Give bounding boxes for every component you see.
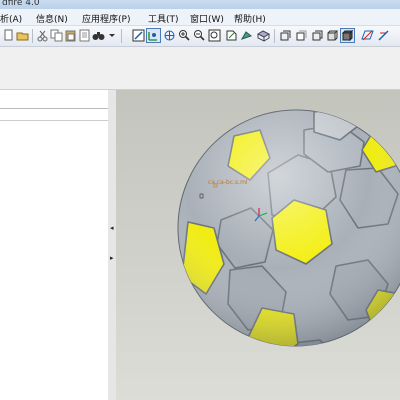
expand-right-icon[interactable]: ▸ — [110, 254, 114, 262]
menu-info[interactable]: 信息(N) — [36, 12, 68, 25]
paste-icon[interactable] — [64, 29, 77, 42]
secondary-toolbar-area — [0, 47, 400, 90]
coordinate-system-label: ca.ca-bc.s.ml — [208, 179, 248, 186]
zoom-in-icon[interactable] — [178, 29, 191, 42]
open-icon[interactable] — [16, 29, 29, 42]
spin-center-icon[interactable] — [146, 28, 161, 43]
view-list-icon[interactable] — [225, 29, 238, 42]
soccer-ball-model[interactable] — [116, 90, 400, 400]
menu-window[interactable]: 窗口(W) — [190, 12, 224, 25]
graphics-viewport[interactable]: ca.ca-bc.s.ml — [116, 90, 400, 400]
saved-views-icon[interactable] — [257, 29, 270, 42]
new-icon[interactable] — [2, 29, 15, 42]
dropdown-icon[interactable] — [106, 29, 119, 42]
main-toolbar — [0, 26, 400, 47]
title-bar: dfire 4.0 — [0, 0, 400, 9]
cube-icon[interactable] — [326, 29, 339, 42]
datum-axis-icon[interactable] — [377, 29, 390, 42]
menu-tools[interactable]: 工具(T) — [148, 12, 179, 25]
menu-applications[interactable]: 应用程序(P) — [82, 12, 130, 25]
no-hidden-icon[interactable] — [311, 29, 324, 42]
toolbar-separator — [121, 29, 122, 43]
refit-icon[interactable] — [208, 29, 221, 42]
panel-header-divider — [0, 108, 108, 109]
toolbar-separator — [274, 29, 275, 43]
shading-icon[interactable] — [340, 28, 355, 43]
binoculars-icon[interactable] — [92, 29, 105, 42]
panel-header-divider — [0, 120, 108, 121]
toolbar-separator — [32, 29, 33, 43]
view-manager-icon[interactable] — [240, 29, 253, 42]
menu-analysis[interactable]: 析(A) — [0, 12, 22, 25]
copy-special-icon[interactable] — [78, 29, 91, 42]
copy-icon[interactable] — [50, 29, 63, 42]
model-tree-panel[interactable] — [0, 90, 109, 400]
panel-splitter[interactable]: ◂ ▸ — [108, 90, 116, 400]
menu-bar: 析(A) 信息(N) 应用程序(P) 工具(T) 窗口(W) 帮助(H) — [0, 9, 400, 26]
datum-plane-icon[interactable] — [361, 29, 374, 42]
collapse-left-icon[interactable]: ◂ — [110, 224, 114, 232]
zoom-out-icon[interactable] — [193, 29, 206, 42]
repaint-icon[interactable] — [132, 29, 145, 42]
menu-help[interactable]: 帮助(H) — [234, 12, 266, 25]
hidden-line-icon[interactable] — [295, 29, 308, 42]
orient-icon[interactable] — [163, 29, 176, 42]
window-title: dfire 4.0 — [2, 0, 40, 8]
wireframe-icon[interactable] — [279, 29, 292, 42]
cut-icon[interactable] — [36, 29, 49, 42]
